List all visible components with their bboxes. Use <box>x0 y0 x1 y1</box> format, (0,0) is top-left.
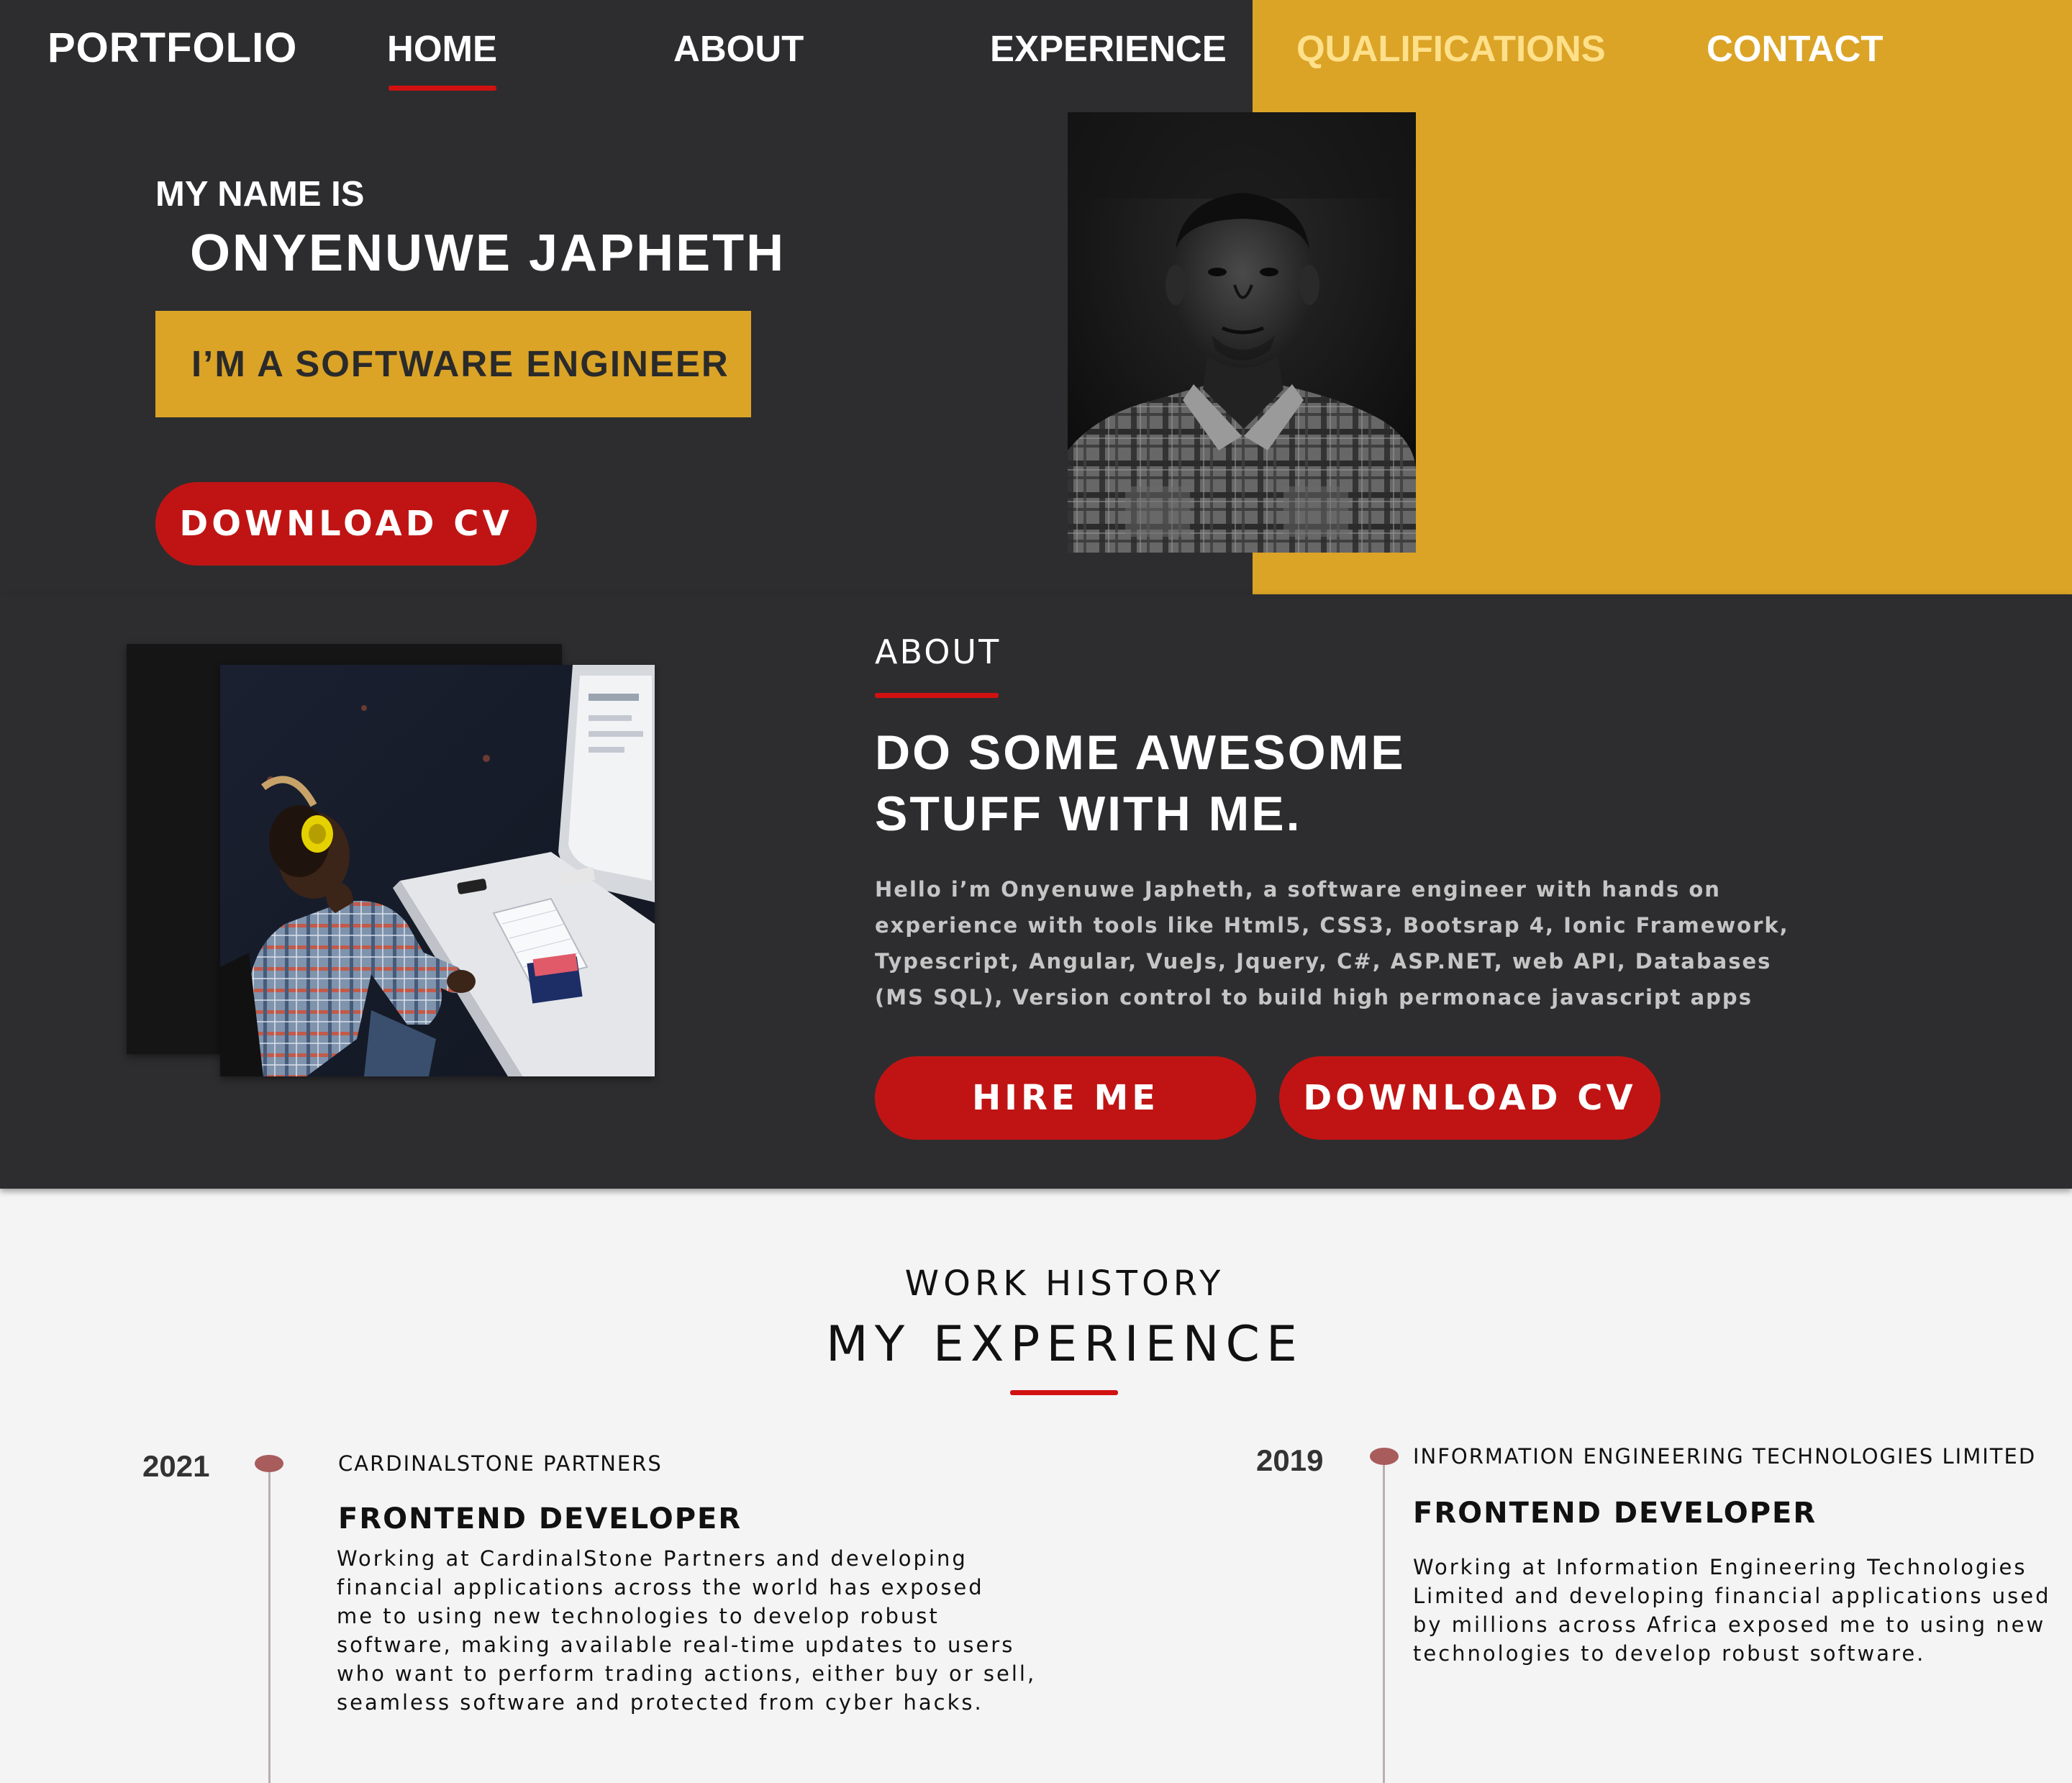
timeline-dot <box>255 1455 283 1472</box>
company-name: INFORMATION ENGINEERING TECHNOLOGIES LIM… <box>1413 1444 2037 1469</box>
download-cv-button[interactable]: DOWNLOAD CV <box>155 482 537 566</box>
job-title: FRONTEND DEVELOPER <box>338 1502 742 1535</box>
nav-active-indicator <box>388 86 496 91</box>
hero-name: ONYENUWE JAPHETH <box>190 224 786 282</box>
job-description-line: seamless software and protected from cyb… <box>337 1690 983 1715</box>
job-description-line: Working at Information Engineering Techn… <box>1413 1555 2027 1579</box>
about-body-line: Hello i’m Onyenuwe Japheth, a software e… <box>875 877 1721 902</box>
job-description-line: who want to perform trading actions, eit… <box>337 1661 1037 1686</box>
job-title: FRONTEND DEVELOPER <box>1413 1497 1817 1530</box>
company-name: CARDINALSTONE PARTNERS <box>338 1451 663 1476</box>
nav-home[interactable]: HOME <box>387 26 497 72</box>
about-body-line: (MS SQL), Version control to build high … <box>875 985 1753 1010</box>
timeline-line <box>268 1472 271 1783</box>
about-heading-line-2: STUFF WITH ME. <box>875 786 1302 841</box>
hero-intro: MY NAME IS <box>155 175 365 214</box>
profile-photo <box>1068 112 1416 553</box>
job-description-line: by millions across Africa exposed me to … <box>1413 1612 2046 1637</box>
about-underline <box>875 693 999 698</box>
nav-qualifications[interactable]: QUALIFICATIONS <box>1296 26 1606 72</box>
nav-contact[interactable]: CONTACT <box>1707 26 1884 72</box>
timeline-line <box>1383 1465 1385 1783</box>
timeline-year: 2019 <box>1256 1443 1324 1477</box>
job-description-line: me to using new technologies to develop … <box>337 1604 940 1628</box>
about-label: ABOUT <box>875 632 1001 671</box>
download-cv-button-about[interactable]: DOWNLOAD CV <box>1279 1056 1660 1140</box>
brand-logo[interactable]: PORTFOLIO <box>47 23 297 73</box>
role-badge: I’M A SOFTWARE ENGINEER <box>155 311 751 417</box>
timeline-dot <box>1370 1448 1399 1465</box>
about-body-line: experience with tools like Html5, CSS3, … <box>875 913 1789 938</box>
job-description-line: Working at CardinalStone Partners and de… <box>337 1546 968 1571</box>
job-description-line: technologies to develop robust software. <box>1413 1641 1926 1666</box>
hire-me-button[interactable]: HIRE ME <box>875 1056 1256 1140</box>
about-photo <box>220 665 655 1076</box>
nav-experience[interactable]: EXPERIENCE <box>990 26 1227 72</box>
nav-about[interactable]: ABOUT <box>673 26 804 72</box>
job-description-line: software, making available real-time upd… <box>337 1633 1015 1657</box>
about-heading-line-1: DO SOME AWESOME <box>875 725 1406 780</box>
job-description-line: financial applications across the world … <box>337 1575 984 1600</box>
experience-underline <box>1010 1390 1118 1395</box>
experience-title: MY EXPERIENCE <box>826 1316 1304 1373</box>
role-text: I’M A SOFTWARE ENGINEER <box>191 343 730 384</box>
job-description-line: Limited and developing financial applica… <box>1413 1584 2051 1608</box>
timeline-year: 2021 <box>142 1449 210 1483</box>
about-body-line: Typescript, Angular, VueJs, Jquery, C#, … <box>875 949 1772 974</box>
experience-kicker: WORK HISTORY <box>904 1263 1225 1304</box>
